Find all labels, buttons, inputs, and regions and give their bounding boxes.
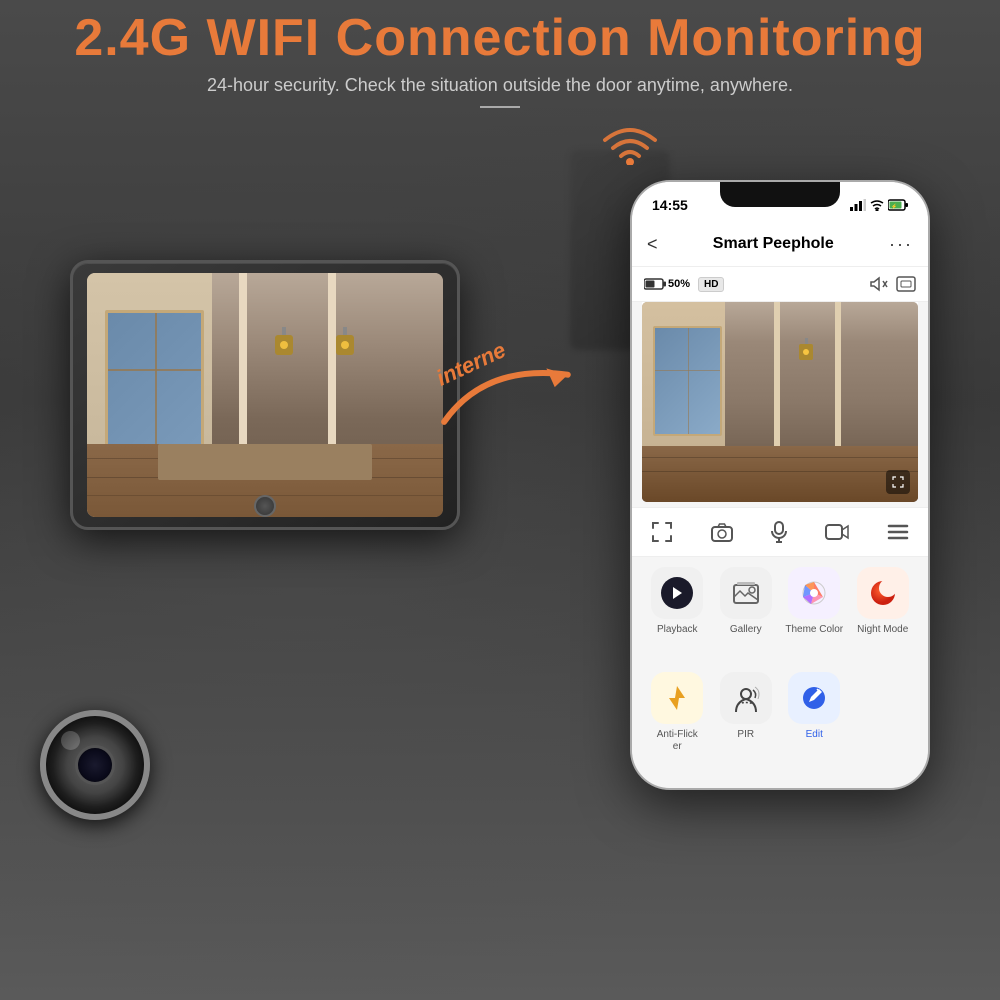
feature-edit[interactable]: Edit (784, 672, 845, 753)
feature-grid: Playback Gallery (642, 557, 918, 646)
phone-col-1 (835, 302, 841, 462)
ctrl-mic[interactable] (771, 521, 787, 543)
anti-flicker-label: Anti-Flicker (657, 729, 698, 753)
feature-empty (853, 672, 914, 753)
aspect-icon[interactable] (896, 276, 916, 292)
phone-floor (642, 446, 918, 502)
playback-icon-circle (651, 567, 703, 619)
theme-icon (800, 579, 828, 607)
phone-window (653, 326, 722, 436)
mute-icon[interactable] (870, 276, 888, 292)
ctrl-menu[interactable] (887, 523, 909, 541)
night-mode-icon (869, 579, 897, 607)
anti-flicker-icon (667, 684, 687, 712)
camera-lens (40, 710, 150, 820)
feature-pir[interactable]: PIR (716, 672, 777, 753)
status-icons: ⚡ (850, 199, 908, 211)
anti-flicker-icon-circle (651, 672, 703, 724)
battery-percent: 50% (668, 278, 690, 290)
theme-label: Theme Color (785, 624, 843, 636)
phone-screen: 14:55 (632, 182, 928, 788)
device-screen (87, 273, 443, 517)
feature-theme[interactable]: Theme Color (784, 567, 845, 636)
gallery-label: Gallery (730, 624, 762, 636)
playback-label: Playback (657, 624, 698, 636)
camera-inner (75, 745, 115, 785)
device-button[interactable] (254, 495, 276, 517)
porch-column-1 (328, 273, 336, 456)
porch-scene (87, 273, 443, 517)
app-header: < Smart Peephole ··· (632, 222, 928, 267)
back-button[interactable]: < (647, 234, 658, 255)
porch-step (158, 444, 372, 481)
theme-icon-circle (788, 567, 840, 619)
phone-container: 14:55 (630, 180, 940, 800)
phone-porch-scene (642, 302, 918, 502)
main-title: 2.4G WIFI Connection Monitoring (0, 10, 1000, 67)
lamp-2 (336, 327, 354, 355)
ctrl-record[interactable] (825, 522, 849, 542)
feature-gallery[interactable]: Gallery (716, 567, 777, 636)
ctrl-camera[interactable] (711, 522, 733, 542)
fullscreen-button[interactable] (886, 470, 910, 494)
pir-icon-circle (720, 672, 772, 724)
window (105, 310, 205, 456)
ctrl-fullscreen[interactable] (651, 521, 673, 543)
controls-bar (632, 507, 928, 557)
phone-notch (720, 182, 840, 207)
device-frame (70, 260, 460, 530)
battery-indicator: 50% (644, 278, 690, 290)
gallery-icon (732, 581, 760, 605)
phone-col-2 (774, 302, 780, 462)
lamp (275, 327, 293, 355)
night-mode-icon-circle (857, 567, 909, 619)
porch-column-2 (239, 273, 247, 456)
header-section: 2.4G WIFI Connection Monitoring 24-hour … (0, 10, 1000, 108)
svg-text:⚡: ⚡ (891, 203, 897, 210)
status-time: 14:55 (652, 197, 688, 213)
phone-lamp (799, 338, 813, 360)
sub-title: 24-hour security. Check the situation ou… (0, 75, 1000, 96)
edit-icon-circle (788, 672, 840, 724)
feature-playback[interactable]: Playback (647, 567, 708, 636)
more-button[interactable]: ··· (889, 234, 913, 255)
feature-anti-flicker[interactable]: Anti-Flicker (647, 672, 708, 753)
phone-camera-feed (642, 302, 918, 502)
app-status-bar: 50% HD (632, 267, 928, 302)
edit-label: Edit (806, 729, 823, 741)
phone-frame: 14:55 (630, 180, 930, 790)
app-title: Smart Peephole (713, 235, 834, 253)
wifi-signal-icon (600, 120, 660, 170)
feature-night-mode[interactable]: Night Mode (853, 567, 914, 636)
feature-grid-row2: Anti-Flicker (642, 672, 918, 753)
playback-icon (661, 577, 693, 609)
hd-badge: HD (698, 277, 724, 292)
pir-icon (731, 684, 761, 712)
pir-label: PIR (737, 729, 754, 741)
device-container (60, 200, 480, 780)
night-mode-label: Night Mode (857, 624, 908, 636)
gallery-icon-circle (720, 567, 772, 619)
edit-icon (801, 685, 827, 711)
divider (480, 106, 520, 108)
